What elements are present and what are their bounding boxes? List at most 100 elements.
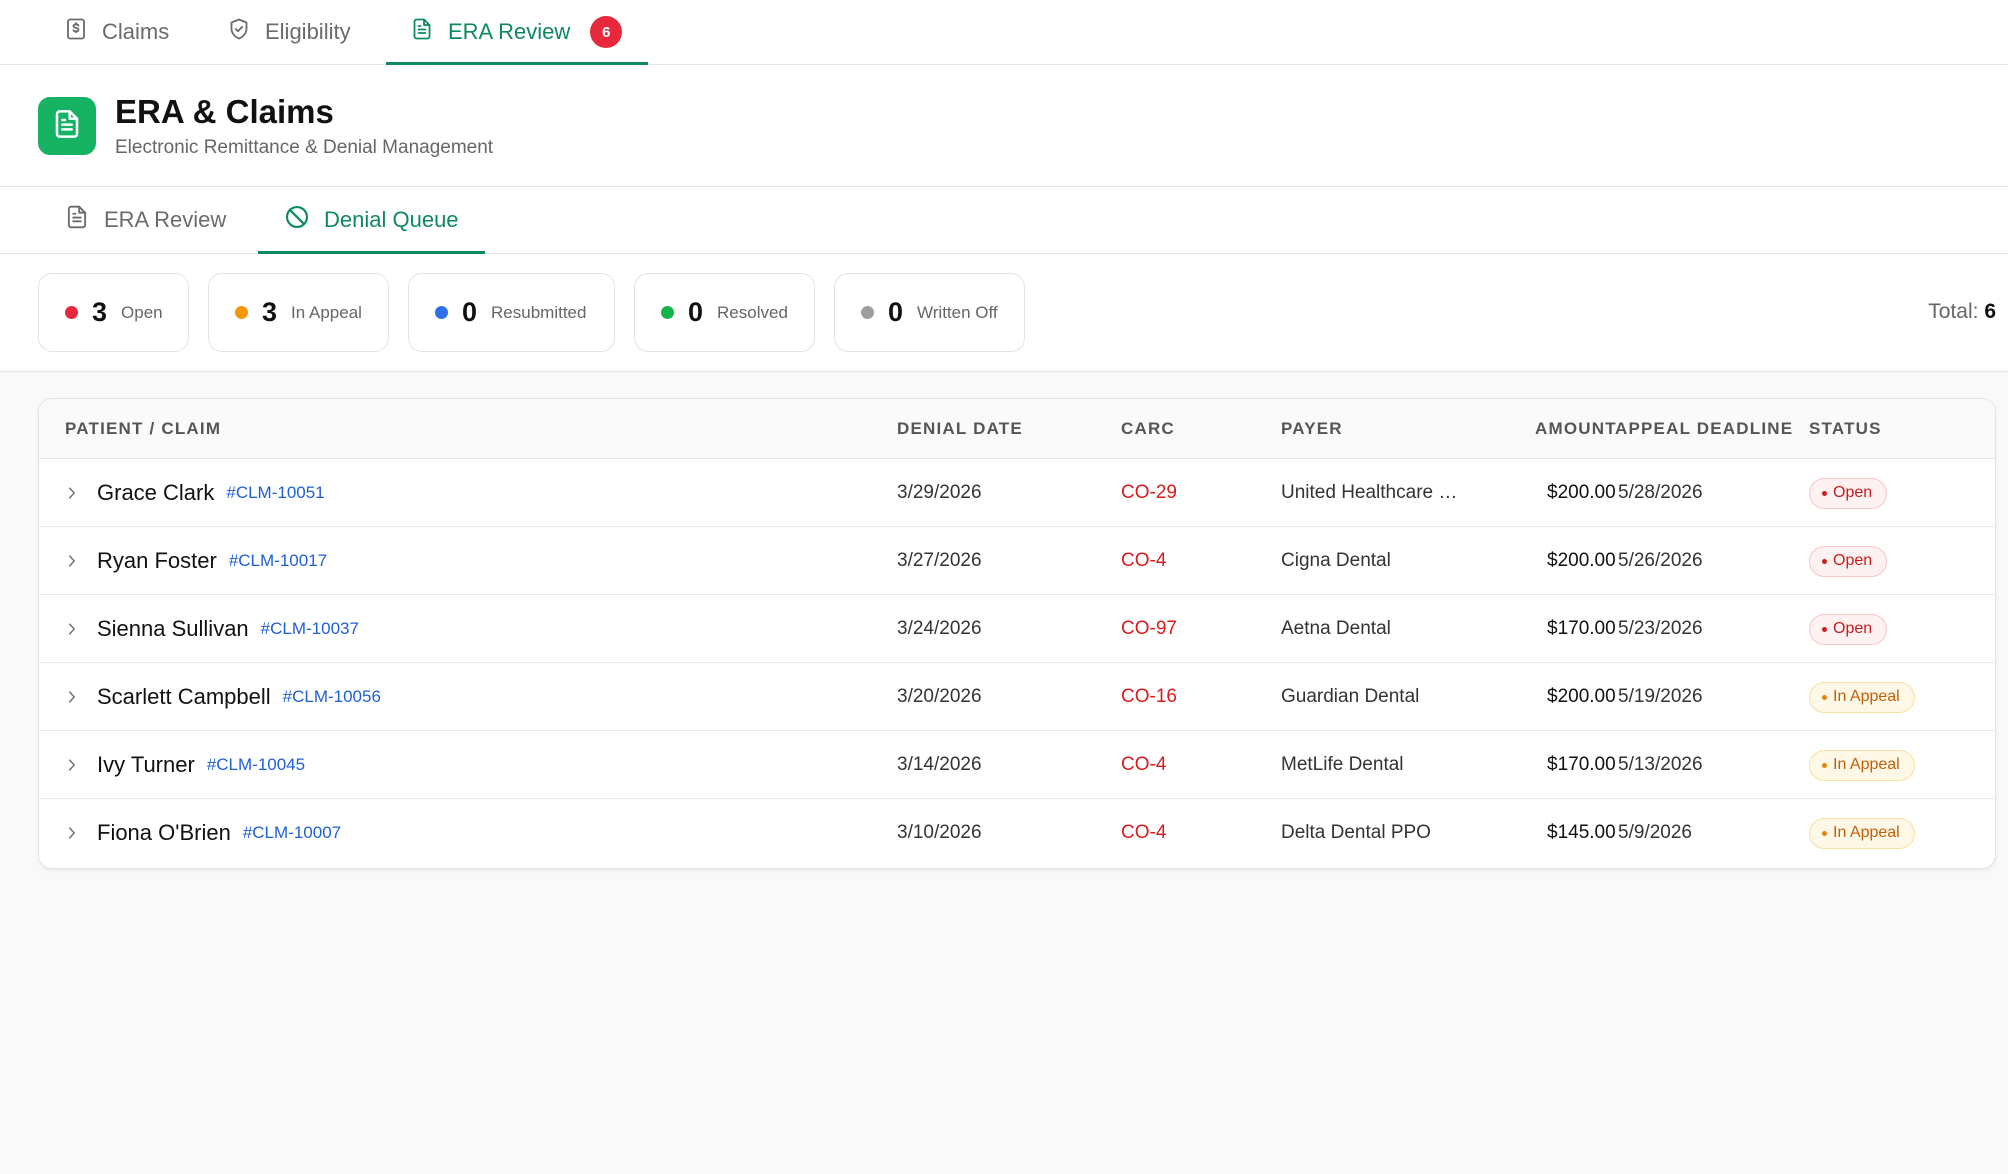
denial-date: 3/10/2026 — [897, 822, 982, 843]
stat-resubmitted[interactable]: 0 Resubmitted — [408, 273, 615, 352]
status-dot — [661, 306, 674, 319]
status-dot — [65, 306, 78, 319]
status-cell: Open — [1809, 527, 1888, 595]
column-header-amount[interactable]: AMOUNT — [1535, 419, 1617, 439]
table-row[interactable]: Sienna Sullivan #CLM-10037 3/24/2026 CO-… — [39, 595, 1995, 663]
status-label: Open — [1833, 620, 1873, 637]
status-dot — [1822, 762, 1827, 768]
table-row[interactable]: Fiona O'Brien #CLM-10007 3/10/2026 CO-4 … — [39, 799, 1995, 867]
patient-cell: Fiona O'Brien #CLM-10007 — [97, 799, 341, 867]
carc-code: CO-4 — [1121, 822, 1167, 843]
status-summary-bar: 3 Open 3 In Appeal 0 Resubmitted 0 Resol… — [0, 254, 2008, 372]
status-dot — [435, 306, 448, 319]
status-dot — [1822, 830, 1827, 836]
sub-tab-bar: ERA Review Denial Queue — [0, 187, 2008, 254]
amount: $170.00 — [1547, 618, 1616, 639]
page-header: ERA & Claims Electronic Remittance & Den… — [0, 65, 2008, 187]
total-label: Total: — [1928, 300, 1979, 323]
carc-code: CO-4 — [1121, 550, 1167, 571]
table-row[interactable]: Ryan Foster #CLM-10017 3/27/2026 CO-4 Ci… — [39, 527, 1995, 595]
tab-label: Claims — [102, 19, 170, 44]
claim-id-link[interactable]: #CLM-10037 — [261, 619, 359, 639]
subtab-denial-queue[interactable]: Denial Queue — [258, 187, 485, 254]
chevron-right-icon[interactable] — [65, 731, 81, 799]
column-header-carc[interactable]: CARC — [1121, 419, 1175, 439]
column-header-patient[interactable]: PATIENT / CLAIM — [65, 419, 221, 439]
status-dot — [235, 306, 248, 319]
claim-id-link[interactable]: #CLM-10051 — [226, 483, 324, 503]
stat-count: 3 — [92, 297, 108, 327]
status-cell: In Appeal — [1809, 799, 1915, 867]
stat-label: Open — [121, 302, 163, 322]
page-title: ERA & Claims — [115, 93, 334, 130]
column-header-status[interactable]: STATUS — [1809, 419, 1882, 439]
status-label: In Appeal — [1833, 824, 1900, 841]
ban-icon — [284, 204, 310, 236]
payer-name: Aetna Dental — [1281, 618, 1391, 639]
claim-id-link[interactable]: #CLM-10017 — [229, 551, 327, 571]
status-badge: In Appeal — [1809, 817, 1915, 849]
patient-name: Ryan Foster — [97, 548, 217, 573]
chevron-right-icon[interactable] — [65, 527, 81, 595]
total-value: 6 — [1984, 300, 1996, 323]
stat-count: 3 — [262, 297, 278, 327]
denial-date: 3/20/2026 — [897, 686, 982, 707]
status-cell: Open — [1809, 595, 1888, 663]
status-dot — [1822, 694, 1827, 700]
stat-open[interactable]: 3 Open — [38, 273, 189, 352]
status-label: Open — [1833, 552, 1873, 569]
stat-resolved[interactable]: 0 Resolved — [634, 273, 815, 352]
top-tab-bar: Claims Eligibility ERA Review 6 — [0, 0, 2008, 65]
tab-era-review[interactable]: ERA Review 6 — [385, 0, 649, 65]
claim-id-link[interactable]: #CLM-10056 — [283, 687, 381, 707]
table-row[interactable]: Grace Clark #CLM-10051 3/29/2026 CO-29 U… — [39, 459, 1995, 527]
status-label: Open — [1833, 484, 1873, 501]
appeal-deadline: 5/13/2026 — [1618, 754, 1703, 775]
subtab-era-review[interactable]: ERA Review — [64, 187, 226, 253]
status-cell: Open — [1809, 459, 1888, 527]
denial-table: PATIENT / CLAIM DENIAL DATE CARC PAYER A… — [38, 398, 1996, 869]
chevron-right-icon[interactable] — [65, 459, 81, 527]
table-row[interactable]: Ivy Turner #CLM-10045 3/14/2026 CO-4 Met… — [39, 731, 1995, 799]
patient-name: Sienna Sullivan — [97, 616, 249, 641]
stat-count: 0 — [462, 297, 478, 327]
stat-label: Written Off — [917, 302, 998, 322]
tab-eligibility[interactable]: Eligibility — [227, 0, 351, 64]
denial-date: 3/24/2026 — [897, 618, 982, 639]
app-logo — [38, 97, 96, 155]
chevron-right-icon[interactable] — [65, 595, 81, 663]
status-badge: Open — [1809, 613, 1888, 645]
patient-name: Ivy Turner — [97, 752, 195, 777]
document-icon — [51, 108, 83, 145]
claim-id-link[interactable]: #CLM-10007 — [243, 823, 341, 843]
column-header-denial-date[interactable]: DENIAL DATE — [897, 419, 1023, 439]
subtab-label: Denial Queue — [324, 207, 459, 232]
stat-label: Resolved — [717, 302, 788, 322]
stat-label: Resubmitted — [491, 302, 587, 322]
amount: $200.00 — [1547, 686, 1616, 707]
status-dot — [1822, 558, 1827, 564]
appeal-deadline: 5/28/2026 — [1618, 482, 1703, 503]
patient-cell: Ivy Turner #CLM-10045 — [97, 731, 305, 799]
tab-claims[interactable]: Claims — [64, 0, 169, 64]
patient-cell: Grace Clark #CLM-10051 — [97, 459, 325, 527]
chevron-right-icon[interactable] — [65, 799, 81, 867]
status-badge: Open — [1809, 477, 1888, 509]
amount: $200.00 — [1547, 550, 1616, 571]
claim-id-link[interactable]: #CLM-10045 — [207, 755, 305, 775]
amount: $200.00 — [1547, 482, 1616, 503]
stat-in-appeal[interactable]: 3 In Appeal — [208, 273, 389, 352]
status-badge: Open — [1809, 545, 1888, 577]
document-icon — [410, 17, 434, 47]
stat-written-off[interactable]: 0 Written Off — [834, 273, 1025, 352]
denial-date: 3/14/2026 — [897, 754, 982, 775]
patient-name: Scarlett Campbell — [97, 684, 271, 709]
status-label: In Appeal — [1833, 756, 1900, 773]
chevron-right-icon[interactable] — [65, 663, 81, 731]
notification-badge: 6 — [590, 16, 623, 48]
column-header-payer[interactable]: PAYER — [1281, 419, 1343, 439]
appeal-deadline: 5/26/2026 — [1618, 550, 1703, 571]
table-row[interactable]: Scarlett Campbell #CLM-10056 3/20/2026 C… — [39, 663, 1995, 731]
column-header-appeal-deadline[interactable]: APPEAL DEADLINE — [1615, 419, 1793, 439]
status-badge: In Appeal — [1809, 681, 1915, 713]
